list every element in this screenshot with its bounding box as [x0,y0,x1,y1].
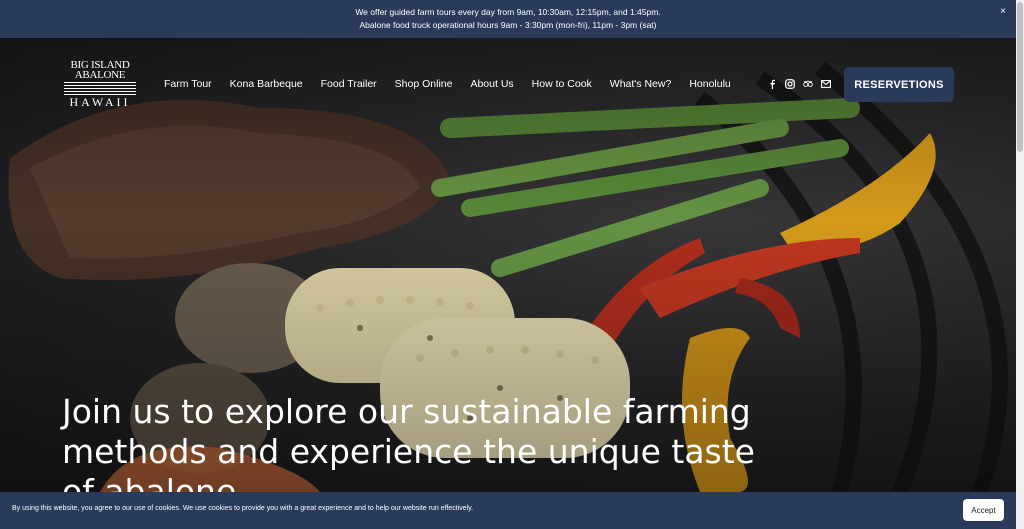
cookie-message: By using this website, you agree to our … [12,505,474,512]
announcement-line-hours: Abalone food truck operational hours 9am… [359,20,657,30]
logo-line-3: HAWAII [69,95,131,109]
logo[interactable]: BIG ISLAND ABALONE HAWAII [64,60,136,109]
nav-about-us[interactable]: About Us [470,78,513,90]
facebook-icon[interactable] [767,79,777,89]
announcement-line-tours: We offer guided farm tours every day fro… [355,7,661,17]
accept-cookies-button[interactable]: Accept [963,499,1004,521]
cookie-banner: By using this website, you agree to our … [0,492,1016,529]
nav-how-to-cook[interactable]: How to Cook [532,78,592,90]
scrollbar-thumb[interactable] [1017,2,1023,152]
logo-stripes [64,82,136,95]
page-scrollbar[interactable] [1016,0,1024,529]
nav-shop-online[interactable]: Shop Online [395,78,453,90]
email-icon[interactable] [821,79,831,89]
nav-whats-new[interactable]: What's New? [610,78,672,90]
nav-honolulu[interactable]: Honolulu [689,78,730,90]
announcement-bar: We offer guided farm tours every day fro… [0,0,1016,38]
main-nav: Farm Tour Kona Barbeque Food Trailer Sho… [164,78,749,90]
tripadvisor-icon[interactable] [803,79,813,89]
reservations-button[interactable]: RESERVETIONS [844,67,954,102]
close-icon[interactable]: × [1000,5,1006,18]
nav-farm-tour[interactable]: Farm Tour [164,78,212,90]
logo-line-2: ABALONE [74,69,126,81]
instagram-icon[interactable] [785,79,795,89]
nav-kona-barbeque[interactable]: Kona Barbeque [230,78,303,90]
nav-food-trailer[interactable]: Food Trailer [321,78,377,90]
social-links [767,79,831,89]
